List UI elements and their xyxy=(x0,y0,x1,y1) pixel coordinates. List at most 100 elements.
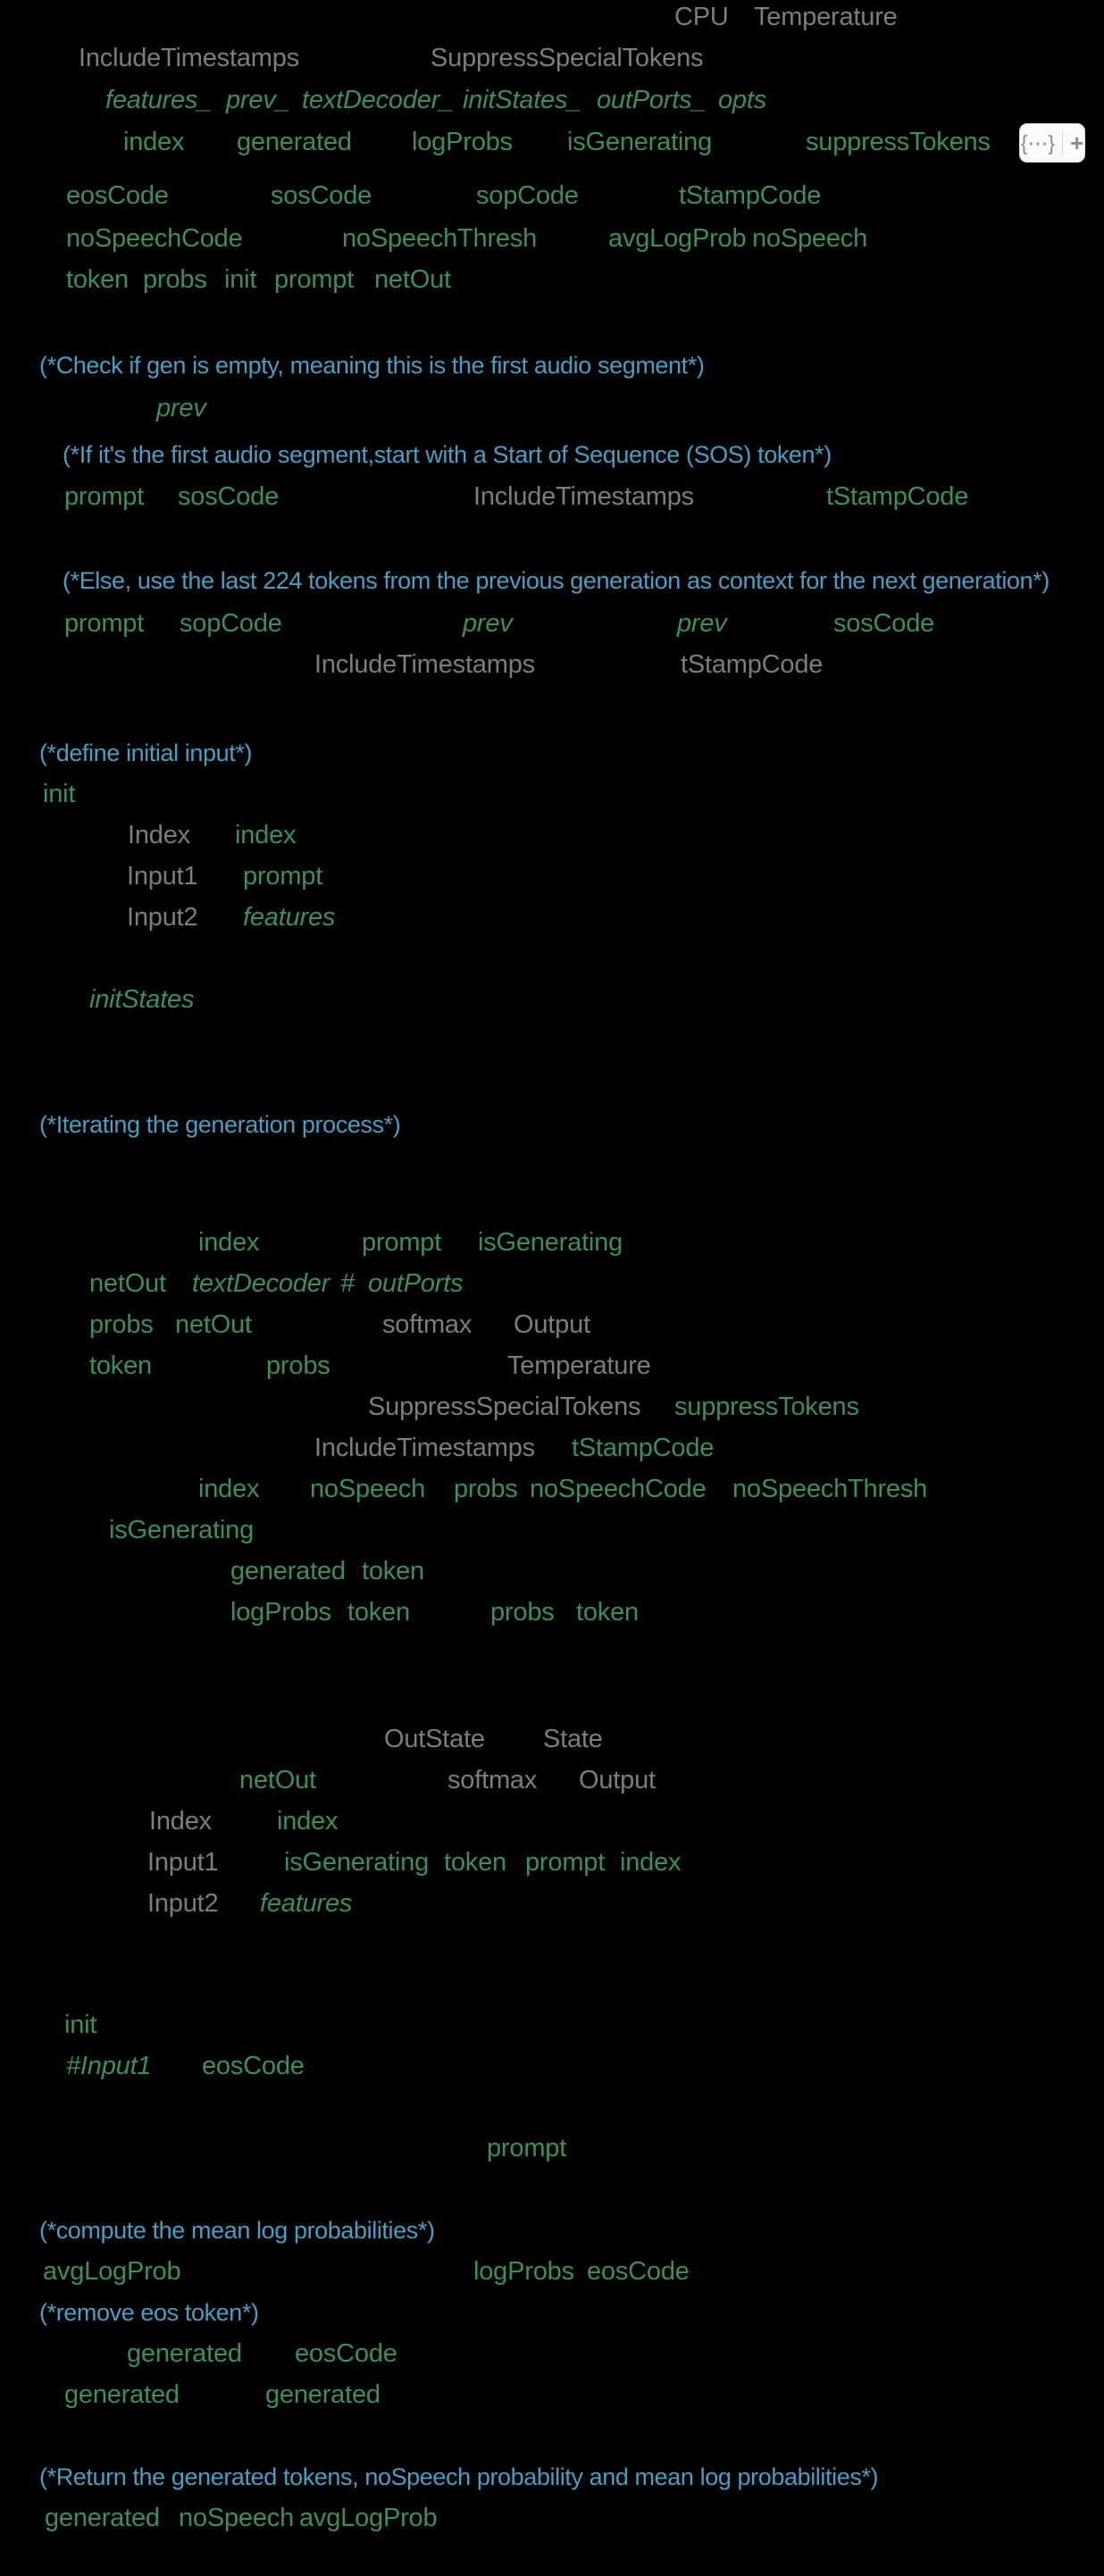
code-token: noSpeechThresh xyxy=(342,224,538,253)
code-token: probs xyxy=(143,265,207,294)
code-token: initStates_ xyxy=(463,86,582,114)
code-token: CPU xyxy=(674,3,729,31)
code-token: textDecoder xyxy=(192,1269,330,1298)
code-token: probs xyxy=(89,1310,154,1339)
wolfram-input-cell[interactable]: CPU Temperature IncludeTimestamps SuppressS… xyxy=(0,0,1104,2576)
code-token: init xyxy=(43,780,76,808)
code-token: index xyxy=(198,1228,260,1257)
code-token: token xyxy=(66,265,129,294)
code-token: prev xyxy=(463,609,513,638)
code-token: prev xyxy=(156,394,206,422)
code-comment: (*compute the mean log probabilities*) xyxy=(39,2217,435,2244)
code-token: logProbs xyxy=(230,1598,331,1627)
code-token: Input2 xyxy=(147,1889,219,1918)
code-token: State xyxy=(543,1725,603,1753)
code-token: IncludeTimestamps xyxy=(79,44,299,72)
code-token: OutState xyxy=(384,1725,485,1753)
code-token: tStampCode xyxy=(826,482,969,511)
code-token: token xyxy=(576,1598,639,1627)
code-token: token xyxy=(444,1848,506,1877)
code-token: softmax xyxy=(382,1310,473,1339)
code-token: outPorts xyxy=(368,1269,464,1298)
code-token: logProbs xyxy=(473,2257,574,2286)
code-token: noSpeechCode xyxy=(66,224,243,253)
code-comment: (*Iterating the generation process*) xyxy=(39,1111,401,1138)
code-token: tStampCode xyxy=(681,650,824,679)
code-token: init xyxy=(224,265,257,294)
code-token: eosCode xyxy=(295,2339,397,2368)
code-comment: (*define initial input*) xyxy=(39,740,253,766)
code-token: eosCode xyxy=(587,2257,690,2286)
code-token: eosCode xyxy=(66,181,169,210)
code-comment: (*If it's the first audio segment,start … xyxy=(63,441,832,468)
code-token: Index xyxy=(128,821,190,849)
code-token: SuppressSpecialTokens xyxy=(431,44,704,72)
code-token: sosCode xyxy=(178,482,280,511)
code-token: token xyxy=(362,1557,424,1585)
code-token: index xyxy=(620,1848,682,1877)
code-token: prev_ xyxy=(226,86,290,114)
code-token: Temperature xyxy=(507,1351,651,1380)
code-token: sosCode xyxy=(271,181,372,210)
code-token: eosCode xyxy=(202,2052,305,2080)
code-token: netOut xyxy=(239,1766,316,1794)
code-token: token xyxy=(89,1351,152,1380)
code-token: initStates xyxy=(89,985,195,1014)
code-token: sosCode xyxy=(833,609,935,638)
code-token: textDecoder_ xyxy=(302,86,455,114)
code-token: tStampCode xyxy=(572,1434,715,1462)
code-token: netOut xyxy=(175,1310,252,1339)
code-token: Input1 xyxy=(127,862,198,891)
code-token: prompt xyxy=(274,265,355,294)
code-token: prompt xyxy=(362,1228,442,1257)
code-token: # xyxy=(340,1269,355,1298)
code-token: features xyxy=(260,1889,353,1918)
code-token: avgLogProb xyxy=(608,224,747,253)
code-token: opts xyxy=(718,86,767,114)
curly-braces-icon: {⋯} xyxy=(1020,130,1056,155)
code-comment: (*Return the generated tokens, noSpeech … xyxy=(39,2463,879,2490)
options-inset-widget[interactable]: {⋯} + xyxy=(1019,123,1085,163)
code-token: probs xyxy=(454,1475,518,1503)
code-token: netOut xyxy=(374,265,451,294)
code-token: Output xyxy=(514,1310,590,1339)
code-token: Output xyxy=(579,1766,656,1794)
code-token: netOut xyxy=(89,1269,166,1298)
code-token: IncludeTimestamps xyxy=(314,1434,535,1462)
code-token: index xyxy=(123,128,185,156)
code-token: avgLogProb xyxy=(43,2257,181,2286)
code-token: prev xyxy=(677,609,727,638)
code-token: avgLogProb xyxy=(299,2504,438,2532)
code-token: noSpeech xyxy=(179,2504,295,2532)
code-token: SuppressSpecialTokens xyxy=(368,1393,641,1421)
code-token: noSpeech xyxy=(310,1475,426,1503)
code-token: isGenerating xyxy=(284,1848,430,1877)
code-token: suppressTokens xyxy=(674,1393,859,1421)
code-token: Input1 xyxy=(147,1848,219,1877)
code-comment: (*Else, use the last 224 tokens from the… xyxy=(63,567,1050,594)
code-comment: (*Check if gen is empty, meaning this is… xyxy=(39,352,705,379)
code-token: index xyxy=(235,821,297,849)
code-token: outPorts_ xyxy=(597,86,707,114)
code-token: features xyxy=(243,903,336,932)
code-token: generated xyxy=(237,128,352,156)
code-token: isGenerating xyxy=(109,1516,255,1544)
code-token: index xyxy=(277,1807,339,1836)
code-token: token xyxy=(347,1598,410,1627)
code-token: sopCode xyxy=(180,609,282,638)
code-token: suppressTokens xyxy=(806,128,991,156)
code-token: probs xyxy=(266,1351,330,1380)
code-token: noSpeechCode xyxy=(530,1475,707,1503)
code-token: index xyxy=(198,1475,260,1503)
code-token: isGenerating xyxy=(567,128,713,156)
code-token: generated xyxy=(127,2339,242,2368)
code-token: softmax xyxy=(447,1766,538,1794)
code-token: sopCode xyxy=(476,181,579,210)
code-token: prompt xyxy=(64,609,145,638)
code-token: IncludeTimestamps xyxy=(473,482,694,511)
code-token: isGenerating xyxy=(478,1228,623,1257)
code-token: init xyxy=(64,2011,97,2039)
code-token: noSpeechThresh xyxy=(732,1475,928,1503)
code-comment: (*remove eos token*) xyxy=(39,2299,259,2326)
code-token: Temperature xyxy=(754,3,898,31)
